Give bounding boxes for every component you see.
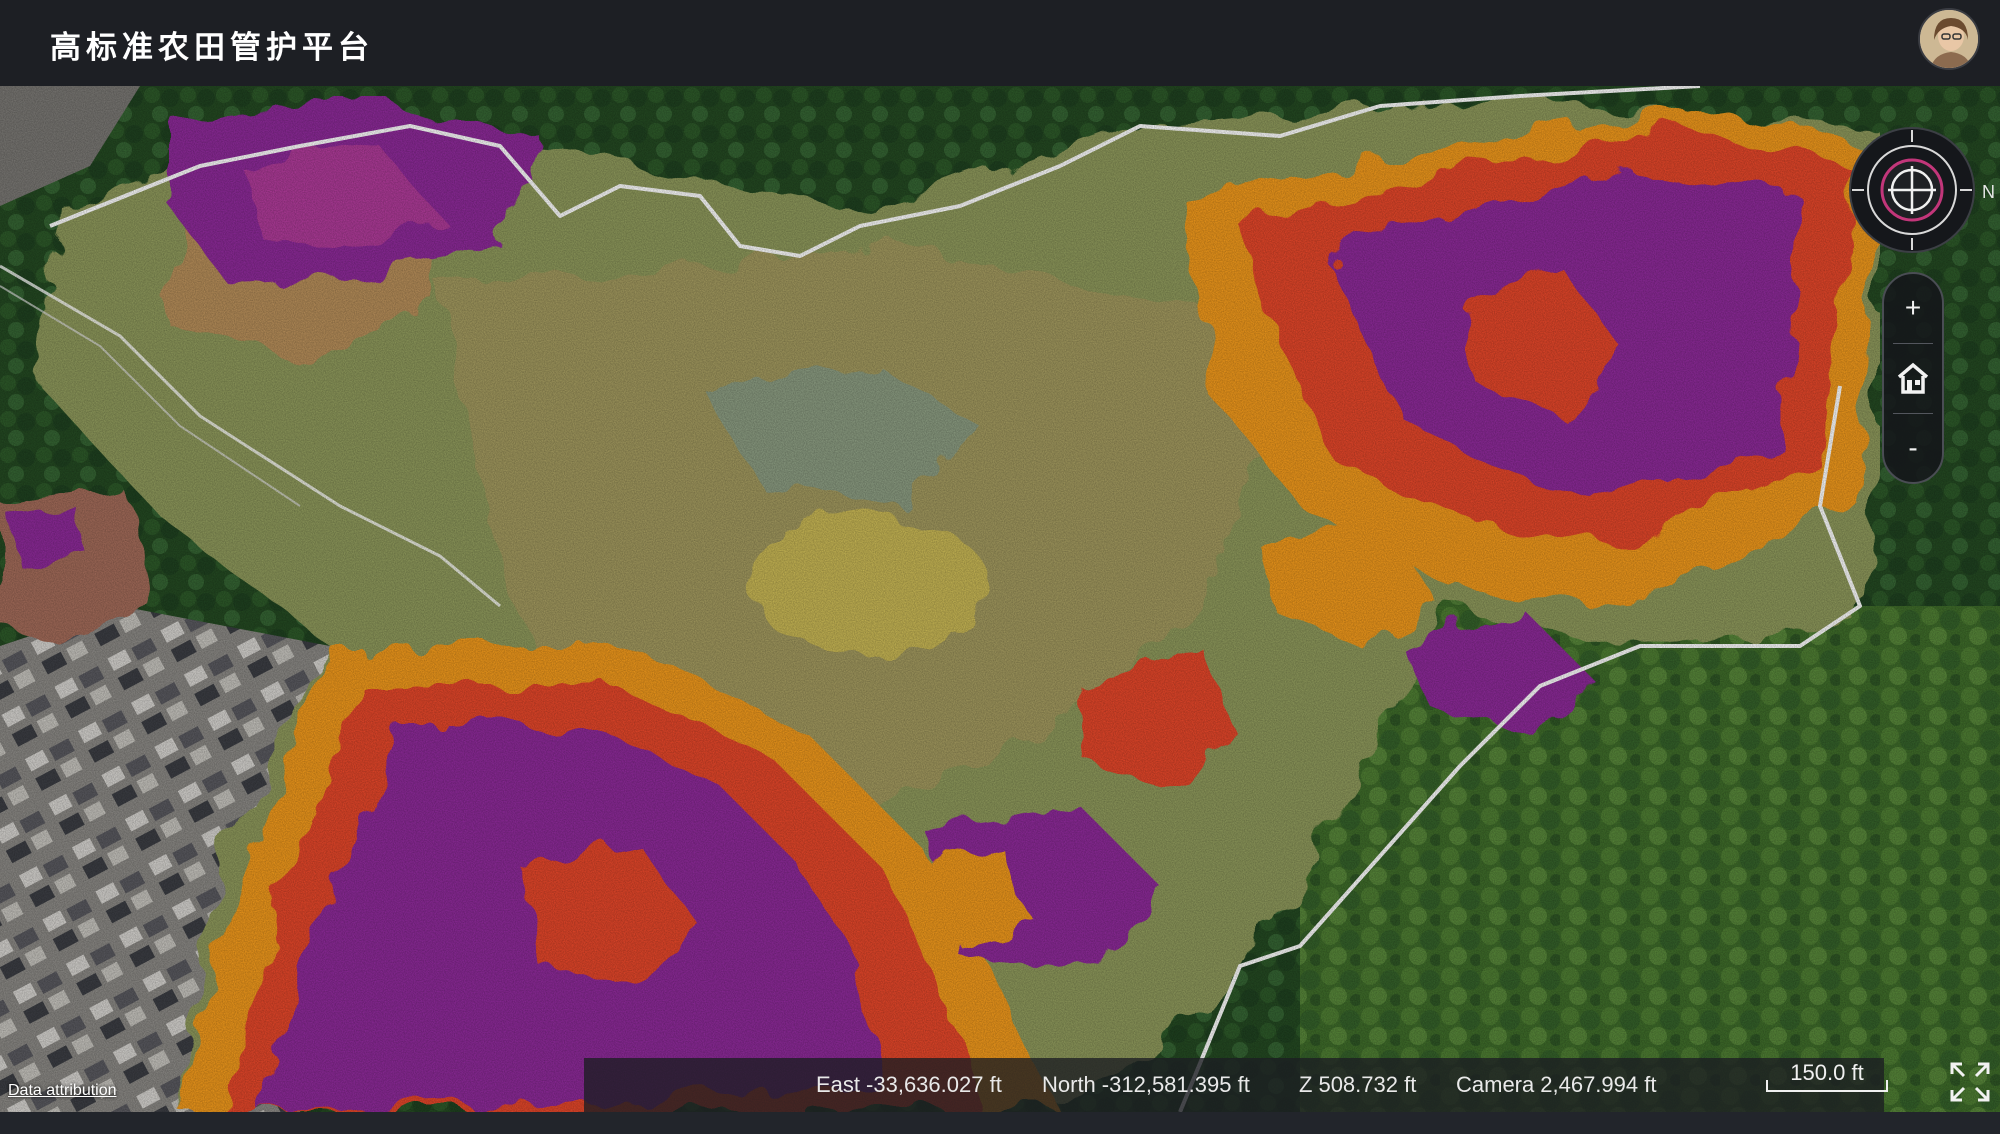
home-button[interactable] [1889, 354, 1937, 402]
north-coordinate: North -312,581.395 ft [1042, 1072, 1250, 1097]
zoom-divider [1893, 412, 1933, 414]
camera-altitude: Camera 2,467.994 ft [1456, 1072, 1657, 1097]
scale-line [1766, 1080, 1888, 1092]
z-coordinate: Z 508.732 ft [1299, 1072, 1417, 1097]
bottom-strip [0, 1112, 2000, 1134]
fullscreen-button[interactable] [1948, 1060, 1992, 1104]
map-canvas[interactable] [0, 86, 2000, 1112]
map-view[interactable]: N + - East -33,636.027 ft North -312,581.3… [0, 86, 2000, 1112]
app-title: 高标准农田管护平台 [50, 30, 374, 66]
home-icon [1897, 362, 1929, 394]
data-attribution-link[interactable]: Data attribution [8, 1082, 117, 1100]
east-coordinate: East -33,636.027 ft [816, 1072, 1002, 1097]
coordinate-status-bar: East -33,636.027 ft North -312,581.395 ft … [584, 1058, 1884, 1112]
north-indicator: N [1982, 182, 1995, 202]
fullscreen-icon [1950, 1062, 1990, 1102]
zoom-in-button[interactable]: + [1889, 284, 1937, 332]
scale-bar: 150.0 ft [1764, 1056, 1890, 1094]
zoom-out-button[interactable]: - [1889, 424, 1937, 472]
user-avatar[interactable] [1918, 8, 1980, 70]
zoom-controls: + - [1882, 272, 1944, 484]
app-header: 高标准农田管护平台 [0, 0, 2000, 86]
compass-control[interactable] [1848, 126, 1976, 254]
zoom-divider [1893, 342, 1933, 344]
compass-crosshair-icon[interactable] [1848, 126, 1976, 254]
